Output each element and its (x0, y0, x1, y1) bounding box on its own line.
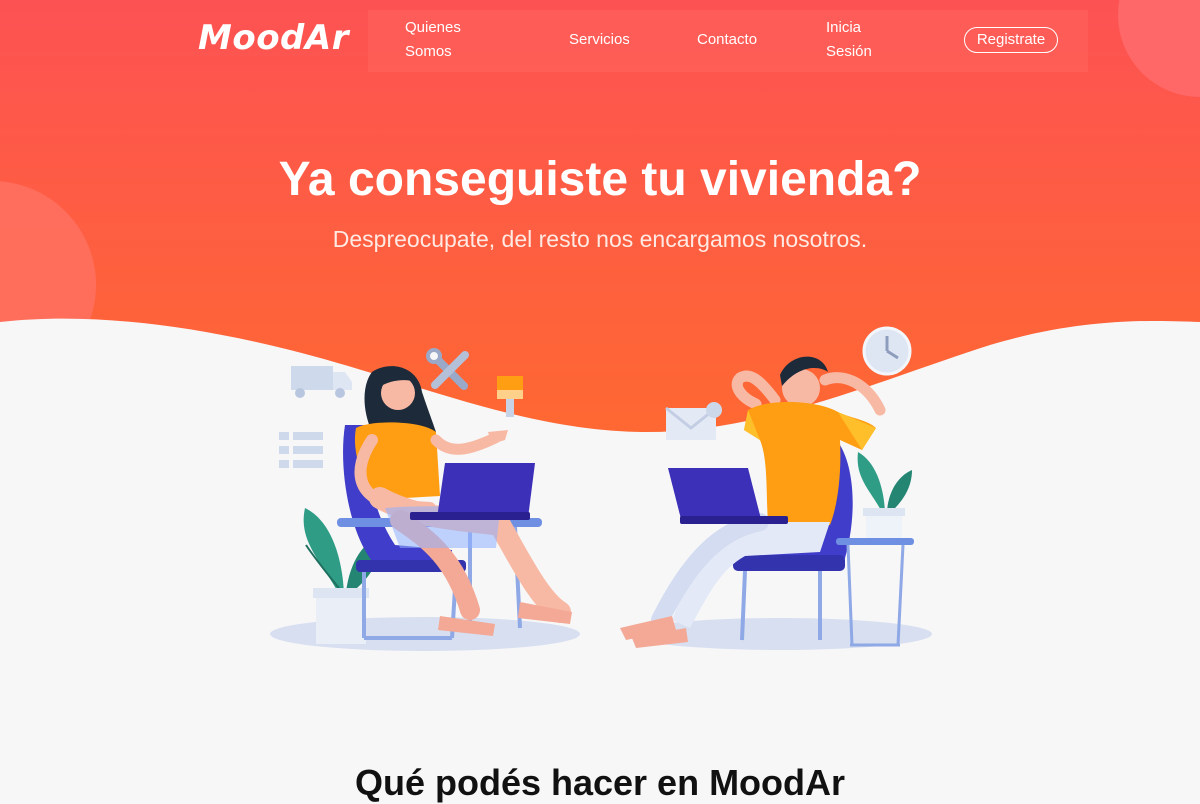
list-icon (279, 432, 323, 468)
truck-icon (291, 366, 352, 398)
paint-brush-icon (497, 376, 523, 417)
features-section-title: Qué podés hacer en MoodAr (354, 762, 846, 803)
wrench-screwdriver-icon (426, 348, 469, 390)
hero-illustration (270, 326, 932, 651)
clock-icon (862, 326, 912, 376)
plant-right (857, 452, 912, 538)
email-icon (665, 402, 722, 440)
